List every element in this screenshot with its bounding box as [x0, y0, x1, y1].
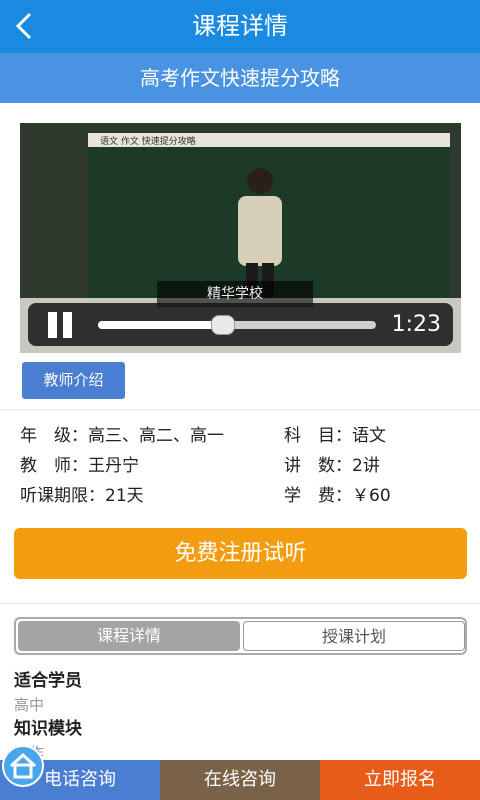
- video-controls: 1:23: [28, 303, 453, 346]
- detail-heading: 知识模块: [14, 719, 82, 739]
- online-consult-button[interactable]: 在线咨询: [160, 760, 320, 800]
- pause-icon-bar: [63, 312, 72, 338]
- subject-label: 科 目：: [284, 426, 352, 446]
- teacher-value: 王丹宁: [88, 456, 139, 476]
- fee-label: 学 费：: [284, 486, 352, 506]
- period-label: 听课期限：: [20, 486, 105, 506]
- divider: [0, 603, 480, 604]
- fee-value: ￥60: [352, 486, 391, 506]
- seek-progress: [98, 321, 224, 329]
- period-value: 21天: [105, 486, 144, 506]
- board-text: 语文 作文 快速提分攻略: [100, 137, 196, 147]
- content-area: 语文 作文 快速提分攻略 精华学校 1:23 教师介绍 年 级：高三、高二、高一: [0, 103, 480, 762]
- teacher-row: 教 师：王丹宁: [20, 451, 139, 476]
- course-title-bar: 高考作文快速提分攻略: [0, 53, 480, 103]
- grade-label: 年 级：: [20, 426, 88, 446]
- video-time: 1:23: [391, 312, 441, 337]
- fee-row: 学 费：￥60: [284, 481, 391, 506]
- home-icon: [9, 752, 37, 779]
- page-title: 课程详情: [192, 12, 288, 40]
- grade-value: 高三、高二、高一: [88, 426, 224, 446]
- signup-button[interactable]: 立即报名: [320, 760, 480, 800]
- tab-course-details[interactable]: 课程详情: [18, 621, 240, 651]
- course-details: 适合学员 高中 知识模块 写作: [14, 668, 454, 764]
- video-player[interactable]: 语文 作文 快速提分攻略 精华学校 1:23: [20, 123, 461, 353]
- free-trial-button[interactable]: 免费注册试听: [14, 528, 467, 579]
- detail-heading: 适合学员: [14, 671, 82, 691]
- teacher-intro-button[interactable]: 教师介绍: [22, 362, 125, 399]
- pause-button[interactable]: [48, 312, 74, 338]
- grade-row: 年 级：高三、高二、高一: [20, 421, 224, 446]
- bottom-action-bar: 电话咨询 在线咨询 立即报名: [0, 760, 480, 800]
- subject-value: 语文: [352, 426, 386, 446]
- home-button[interactable]: [2, 745, 44, 787]
- tab-teaching-plan[interactable]: 授课计划: [243, 621, 465, 651]
- course-title: 高考作文快速提分攻略: [140, 66, 340, 90]
- period-row: 听课期限：21天: [20, 481, 144, 506]
- detail-tabs: 课程详情 授课计划: [14, 617, 467, 655]
- lectures-label: 讲 数：: [284, 456, 352, 476]
- seek-slider[interactable]: [98, 315, 376, 335]
- divider: [0, 409, 480, 410]
- app-header: 课程详情: [0, 0, 480, 53]
- seek-thumb[interactable]: [211, 315, 236, 335]
- teacher-label: 教 师：: [20, 456, 88, 476]
- lectures-row: 讲 数：2讲: [284, 451, 380, 476]
- lectures-value: 2讲: [352, 456, 380, 476]
- subject-row: 科 目：语文: [284, 421, 386, 446]
- pause-icon: [48, 312, 57, 338]
- detail-value: 高中: [14, 696, 45, 714]
